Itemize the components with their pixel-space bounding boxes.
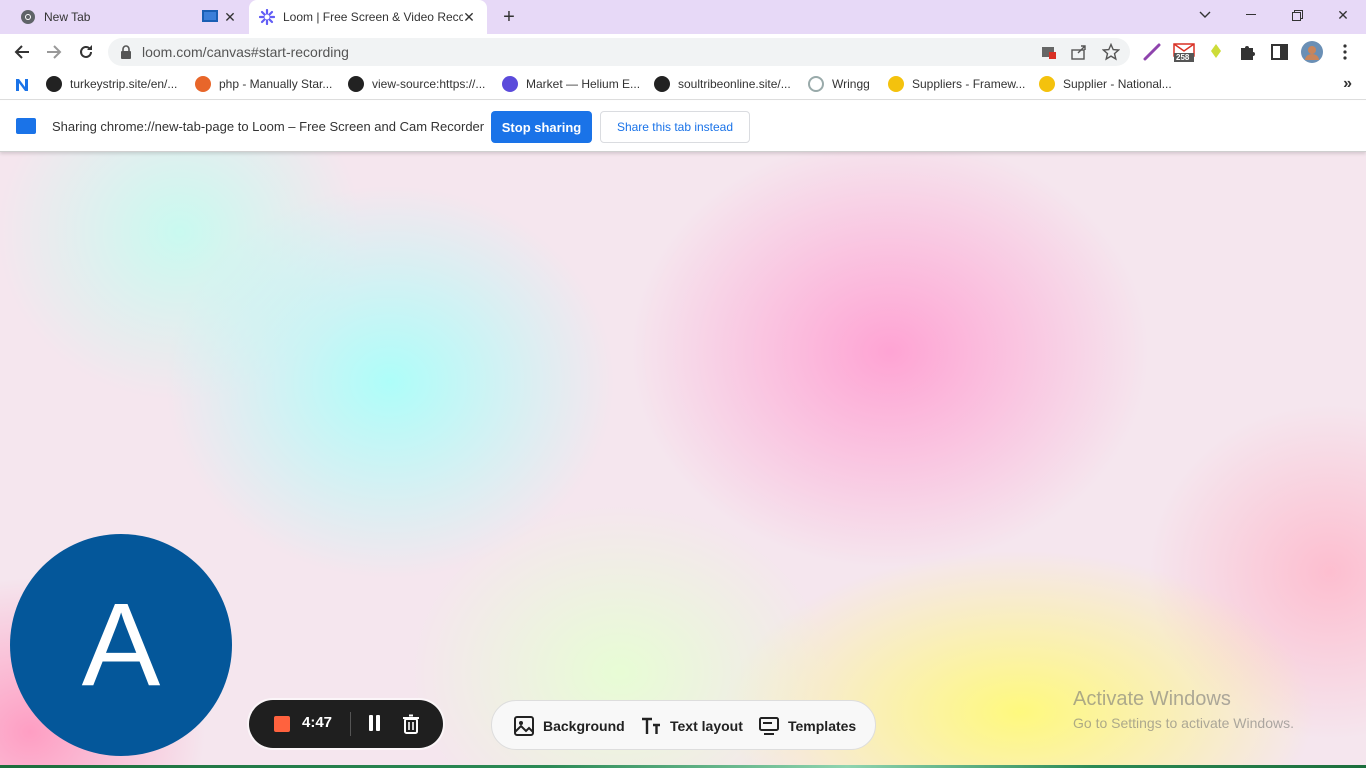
stop-sharing-button[interactable]: Stop sharing — [491, 111, 592, 143]
templates-button[interactable]: Templates — [758, 715, 856, 737]
option-label: Templates — [788, 718, 857, 734]
more-bookmarks-icon[interactable]: » — [1343, 75, 1352, 93]
bookmark-label: Supplier - National... — [1063, 77, 1172, 91]
side-panel-icon[interactable] — [1270, 42, 1290, 62]
tab-search-icon[interactable] — [1182, 0, 1228, 30]
bookmark-item[interactable]: Suppliers - Framew... — [888, 76, 1025, 92]
close-tab-icon[interactable]: ✕ — [461, 9, 477, 25]
share-this-tab-button[interactable]: Share this tab instead — [600, 111, 750, 143]
background-button[interactable]: Background — [513, 715, 625, 737]
bookmark-item[interactable]: php - Manually Star... — [195, 76, 332, 92]
browser-toolbar: loom.com/canvas#start-recording 258 — [0, 34, 1366, 70]
monitor-icon — [759, 717, 779, 735]
watermark-title: Activate Windows — [1073, 688, 1231, 710]
tab-loom[interactable]: Loom | Free Screen & Video Recc ✕ — [249, 0, 487, 34]
menu-icon[interactable] — [1332, 39, 1358, 65]
text-layout-button[interactable]: Text layout — [640, 715, 743, 737]
recording-controls: 4:47 — [249, 700, 443, 748]
forward-button[interactable] — [41, 39, 67, 65]
wringg-icon — [808, 76, 824, 92]
sun-icon — [888, 76, 904, 92]
globe-icon — [654, 76, 670, 92]
bookmarks-bar: turkeystrip.site/en/... php - Manually S… — [0, 70, 1366, 100]
puzzle-icon[interactable] — [1238, 42, 1258, 62]
tab-new-tab[interactable]: New Tab ✕ — [10, 0, 248, 34]
camera-blocked-icon[interactable] — [1040, 43, 1058, 61]
bookmark-label: Wringg — [832, 77, 870, 91]
bookmark-label: turkeystrip.site/en/... — [70, 77, 178, 91]
helium-icon — [502, 76, 518, 92]
bookmark-item[interactable]: Wringg — [808, 76, 870, 92]
tab-strip: New Tab ✕ Loom | Free Screen & Video Rec… — [0, 0, 1366, 34]
bookmark-label: Market — Helium E... — [526, 77, 641, 91]
gmail-extension-icon[interactable]: 258 — [1173, 42, 1195, 62]
option-label: Background — [543, 718, 625, 734]
back-button[interactable] — [9, 39, 35, 65]
tab-title: Loom | Free Screen & Video Recc — [283, 10, 463, 24]
diamond-extension-icon[interactable] — [1206, 42, 1226, 62]
new-tab-button[interactable]: + — [498, 6, 520, 28]
pause-icon[interactable] — [367, 715, 383, 733]
loom-canvas: A 4:47 Background Text layout Templates … — [0, 152, 1366, 768]
loom-icon — [259, 9, 275, 25]
bookmark-item[interactable]: soultribeonline.site/... — [654, 76, 791, 92]
star-icon[interactable] — [1102, 43, 1120, 61]
screen-share-bar: Sharing chrome://new-tab-page to Loom – … — [0, 101, 1366, 152]
lock-icon — [121, 45, 131, 59]
pen-extension-icon[interactable] — [1142, 42, 1162, 62]
share-message: Sharing chrome://new-tab-page to Loom – … — [52, 119, 485, 134]
bookmark-label: Suppliers - Framew... — [912, 77, 1026, 91]
address-bar[interactable]: loom.com/canvas#start-recording — [108, 38, 1130, 66]
trash-icon[interactable] — [402, 714, 420, 734]
ask-icon — [195, 76, 211, 92]
bookmark-item[interactable]: view-source:https://... — [348, 76, 485, 92]
sun-icon — [1039, 76, 1055, 92]
reload-button[interactable] — [73, 39, 99, 65]
cast-icon — [202, 10, 218, 22]
bookmark-item[interactable]: Supplier - National... — [1039, 76, 1172, 92]
recording-timer: 4:47 — [302, 714, 333, 731]
close-window-button[interactable]: ✕ — [1320, 0, 1366, 30]
screen-share-icon — [16, 118, 36, 134]
chrome-icon — [21, 10, 35, 24]
canvas-options-bar: Background Text layout Templates — [491, 700, 876, 750]
stop-recording-button[interactable] — [274, 716, 290, 732]
bookmark-item[interactable]: turkeystrip.site/en/... — [46, 76, 177, 92]
bookmark-item[interactable]: Market — Helium E... — [502, 76, 640, 92]
share-icon[interactable] — [1070, 43, 1088, 61]
tab-title: New Tab — [44, 10, 91, 24]
image-icon — [514, 716, 534, 736]
n-app-icon[interactable] — [14, 77, 30, 93]
camera-avatar[interactable]: A — [10, 534, 232, 756]
bookmark-label: view-source:https://... — [372, 77, 486, 91]
bookmark-label: soultribeonline.site/... — [678, 77, 791, 91]
profile-avatar[interactable] — [1301, 41, 1323, 63]
activate-windows-watermark: Activate Windows Go to Settings to activ… — [1073, 688, 1294, 731]
bookmark-label: php - Manually Star... — [219, 77, 333, 91]
divider — [350, 712, 351, 736]
text-icon — [642, 717, 660, 734]
globe-icon — [46, 76, 62, 92]
close-tab-icon[interactable]: ✕ — [222, 9, 238, 25]
option-label: Text layout — [670, 718, 743, 734]
watermark-subtitle: Go to Settings to activate Windows. — [1073, 715, 1294, 731]
minimize-button[interactable] — [1228, 0, 1274, 30]
restore-button[interactable] — [1274, 0, 1320, 30]
url-text: loom.com/canvas#start-recording — [142, 44, 349, 60]
globe-icon — [348, 76, 364, 92]
gmail-badge: 258 — [1176, 53, 1190, 62]
